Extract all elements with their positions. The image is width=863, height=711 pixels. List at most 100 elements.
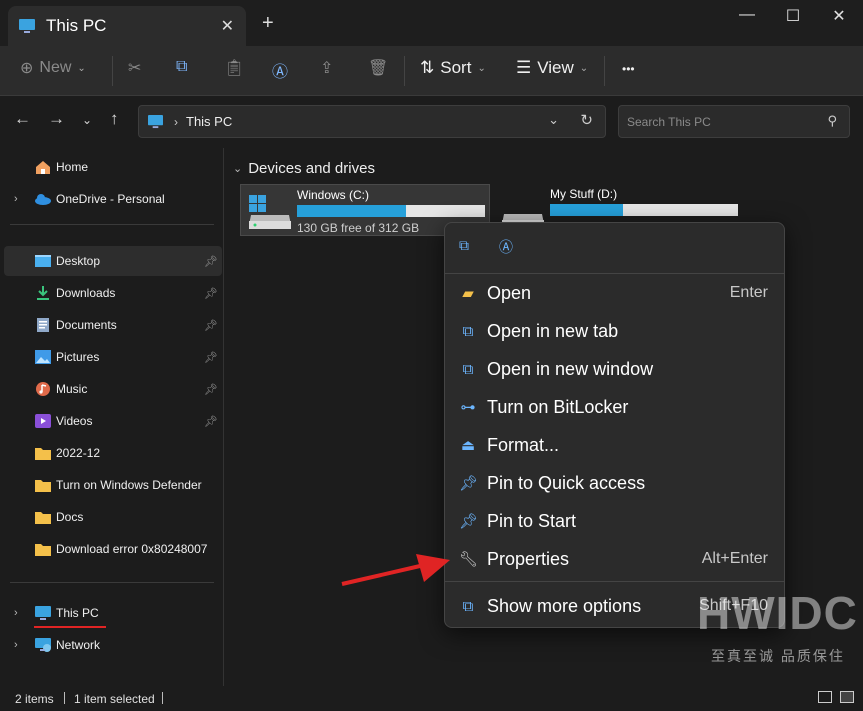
forward-arrow-icon[interactable]: → bbox=[48, 109, 65, 129]
new-tab-button[interactable]: + bbox=[262, 12, 274, 35]
pin-icon[interactable]: 📌︎ bbox=[204, 351, 218, 364]
sidebar-divider bbox=[10, 582, 214, 583]
chevron-right-icon[interactable]: › bbox=[14, 639, 18, 651]
title-bar: This PC ✕ + — ☐ ✕ bbox=[0, 0, 863, 46]
menu-item-pin-start[interactable]: 📌︎ Pin to Start bbox=[451, 503, 778, 539]
copy-icon[interactable]: ⧉ bbox=[459, 237, 469, 254]
menu-item-pin-quick-access[interactable]: 📌︎ Pin to Quick access bbox=[451, 465, 778, 501]
pin-icon[interactable]: 📌︎ bbox=[204, 255, 218, 268]
sidebar-item-home[interactable]: Home bbox=[4, 152, 222, 182]
sort-button[interactable]: ⇅ Sort ⌄ bbox=[420, 58, 486, 78]
group-header[interactable]: ⌄ Devices and drives bbox=[233, 160, 375, 177]
desktop-icon bbox=[35, 255, 51, 267]
sidebar-item-label: Docs bbox=[56, 510, 84, 524]
sidebar-item-documents[interactable]: Documents 📌︎ bbox=[4, 310, 222, 340]
sidebar-item-music[interactable]: Music 📌︎ bbox=[4, 374, 222, 404]
more-options-button[interactable]: ••• bbox=[622, 62, 635, 76]
sidebar-item-label: Pictures bbox=[56, 350, 100, 364]
new-button[interactable]: ⊕ New ⌄ bbox=[20, 58, 86, 78]
sidebar-item-onedrive[interactable]: › OneDrive - Personal bbox=[4, 184, 222, 214]
menu-item-properties[interactable]: 🔧︎ Properties Alt+Enter bbox=[451, 541, 778, 577]
search-input[interactable] bbox=[627, 115, 817, 129]
menu-item-open-new-window[interactable]: ⧉ Open in new window bbox=[451, 351, 778, 387]
folder-icon bbox=[35, 448, 51, 460]
menu-item-format[interactable]: ⏏ Format... bbox=[451, 427, 778, 463]
search-box[interactable]: ⚲ bbox=[618, 105, 850, 138]
breadcrumb[interactable]: This PC bbox=[186, 114, 232, 129]
paste-button[interactable]: 📋︎ bbox=[224, 58, 244, 78]
bitlocker-icon: ⊶ bbox=[460, 399, 476, 416]
sidebar-item-desktop[interactable]: Desktop 📌︎ bbox=[4, 246, 222, 276]
rename-button[interactable]: Ⓐ bbox=[272, 58, 288, 82]
group-title: Devices and drives bbox=[248, 160, 375, 177]
menu-item-open[interactable]: ▰ Open Enter bbox=[451, 275, 778, 311]
sidebar-item-label: Home bbox=[56, 160, 89, 174]
maximize-button[interactable]: ☐ bbox=[778, 6, 808, 26]
menu-item-shortcut: Alt+Enter bbox=[701, 550, 768, 567]
chevron-down-icon[interactable]: ⌄ bbox=[233, 162, 242, 175]
pictures-icon bbox=[35, 350, 51, 364]
new-label: New bbox=[39, 59, 72, 76]
annotation-underline bbox=[34, 626, 106, 628]
refresh-icon[interactable]: ↻ bbox=[580, 111, 593, 129]
address-bar[interactable]: › This PC ⌄ ↻ bbox=[138, 105, 606, 138]
computer-icon bbox=[35, 606, 51, 620]
sidebar-divider bbox=[10, 224, 214, 225]
chevron-right-icon[interactable]: › bbox=[14, 607, 18, 619]
sidebar-item-label: Network bbox=[56, 638, 101, 652]
sidebar-item-videos[interactable]: Videos 📌︎ bbox=[4, 406, 222, 436]
tab-this-pc[interactable]: This PC ✕ bbox=[8, 6, 246, 46]
home-icon bbox=[36, 161, 50, 174]
delete-button[interactable]: 🗑︎ bbox=[368, 58, 388, 78]
scissors-icon: ✂ bbox=[128, 60, 142, 77]
command-bar: ⊕ New ⌄ ✂ ⧉ 📋︎ Ⓐ ⇪ 🗑︎ ⇅ Sort ⌄ ☰ View ⌄ … bbox=[0, 46, 863, 96]
sidebar-item-downloads[interactable]: Downloads 📌︎ bbox=[4, 278, 222, 308]
sidebar-item-folder[interactable]: 2022-12 bbox=[4, 438, 222, 468]
drive-usage-fill bbox=[550, 204, 624, 216]
menu-item-label: Properties bbox=[487, 548, 570, 569]
menu-item-bitlocker[interactable]: ⊶ Turn on BitLocker bbox=[451, 389, 778, 425]
pin-icon[interactable]: 📌︎ bbox=[204, 319, 218, 332]
recent-locations-icon[interactable]: ⌄ bbox=[82, 113, 92, 127]
rename-icon[interactable]: Ⓐ bbox=[499, 237, 513, 257]
close-tab-icon[interactable]: ✕ bbox=[221, 16, 234, 36]
address-dropdown-icon[interactable]: ⌄ bbox=[548, 112, 559, 128]
chevron-right-icon[interactable]: › bbox=[14, 193, 18, 205]
pin-start-icon: 📌︎ bbox=[459, 513, 479, 530]
tiles-view-icon[interactable] bbox=[840, 691, 854, 703]
close-window-button[interactable]: ✕ bbox=[824, 6, 854, 26]
sidebar-item-label: Download error 0x80248007 bbox=[56, 542, 208, 556]
pin-icon[interactable]: 📌︎ bbox=[204, 287, 218, 300]
up-arrow-icon[interactable]: ↑ bbox=[110, 109, 119, 129]
drive-usage-bar bbox=[550, 204, 738, 216]
menu-item-label: Pin to Start bbox=[487, 510, 577, 531]
search-icon[interactable]: ⚲ bbox=[827, 113, 837, 129]
pin-icon[interactable]: 📌︎ bbox=[204, 383, 218, 396]
sidebar-item-folder[interactable]: Download error 0x80248007 bbox=[4, 534, 222, 564]
cut-button[interactable]: ✂ bbox=[128, 58, 141, 78]
sidebar-item-network[interactable]: › Network bbox=[4, 630, 222, 660]
drive-name: My Stuff (D:) bbox=[550, 187, 618, 201]
drive-usage-fill bbox=[297, 205, 407, 217]
sidebar-item-folder[interactable]: Turn on Windows Defender bbox=[4, 470, 222, 500]
sidebar-item-this-pc[interactable]: › This PC bbox=[4, 598, 222, 628]
sidebar-item-label: Turn on Windows Defender bbox=[56, 478, 202, 492]
menu-item-label: Open bbox=[487, 282, 532, 303]
drive-name: Windows (C:) bbox=[297, 188, 370, 202]
minimize-button[interactable]: — bbox=[732, 6, 762, 24]
chevron-down-icon: ⌄ bbox=[77, 62, 86, 74]
format-icon: ⏏ bbox=[460, 437, 476, 454]
back-arrow-icon[interactable]: ← bbox=[14, 109, 31, 129]
plus-circle-icon: ⊕ bbox=[20, 60, 34, 77]
view-button[interactable]: ☰ View ⌄ bbox=[516, 58, 588, 78]
menu-item-open-new-tab[interactable]: ⧉ Open in new tab bbox=[451, 313, 778, 349]
copy-button[interactable]: ⧉ bbox=[176, 58, 187, 76]
sidebar-item-pictures[interactable]: Pictures 📌︎ bbox=[4, 342, 222, 372]
pin-icon[interactable]: 📌︎ bbox=[204, 415, 218, 428]
folder-icon bbox=[35, 544, 51, 556]
share-icon: ⇪ bbox=[320, 60, 334, 77]
menu-item-label: Turn on BitLocker bbox=[487, 396, 629, 417]
sidebar-item-folder[interactable]: Docs bbox=[4, 502, 222, 532]
share-button[interactable]: ⇪ bbox=[320, 58, 333, 78]
details-view-icon[interactable] bbox=[818, 691, 832, 703]
